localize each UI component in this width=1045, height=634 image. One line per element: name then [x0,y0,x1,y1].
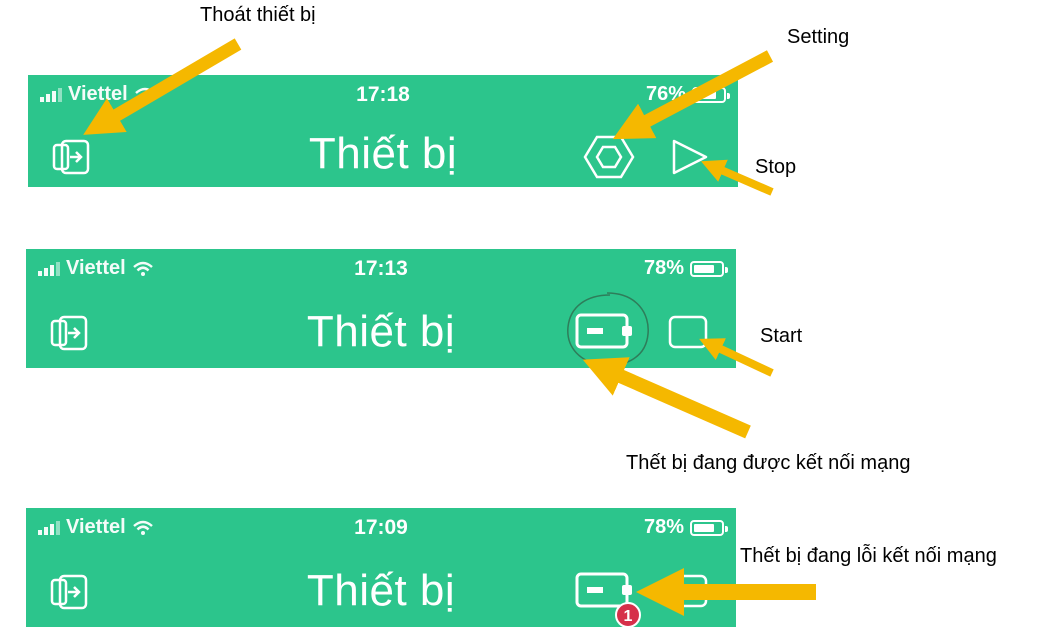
status-bar: Viettel 17:18 76% [28,75,738,115]
status-time: 17:13 [354,257,408,280]
battery-percent: 78% [643,516,684,538]
app-header-3: Viettel 17:09 78% Thiết bị 1 [26,508,736,628]
status-time: 17:09 [354,516,408,539]
label-setting: Setting [787,26,850,48]
label-exit-device: Thoát thiết bị [200,4,316,26]
device-connected-icon[interactable] [574,311,634,351]
label-error: Thết bị đang lỗi kết nối mạng [740,545,997,567]
battery-percent: 76% [645,83,686,105]
status-bar: Viettel 17:13 78% [26,249,736,289]
app-header-1: Viettel 17:18 76% Thiết bị [28,75,738,187]
status-time: 17:18 [356,83,410,106]
arrow-connected [582,357,751,439]
label-start: Start [760,325,803,347]
error-badge: 1 [615,602,641,628]
battery-info: 76% [645,83,730,106]
app-header-2: Viettel 17:13 78% Thiết bị [26,249,736,368]
battery-percent: 78% [643,257,684,279]
battery-icon [690,519,728,536]
settings-hexagon-icon[interactable] [583,133,635,181]
battery-icon [692,86,730,103]
battery-info: 78% [643,257,728,280]
stop-square-icon[interactable] [666,313,710,351]
play-icon[interactable] [668,137,710,177]
stop-square-icon[interactable] [666,572,710,610]
battery-info: 78% [643,516,728,539]
status-bar: Viettel 17:09 78% [26,508,736,548]
label-connected: Thết bị đang được kết nối mạng [626,452,911,474]
battery-icon [690,260,728,277]
label-stop: Stop [755,156,797,178]
